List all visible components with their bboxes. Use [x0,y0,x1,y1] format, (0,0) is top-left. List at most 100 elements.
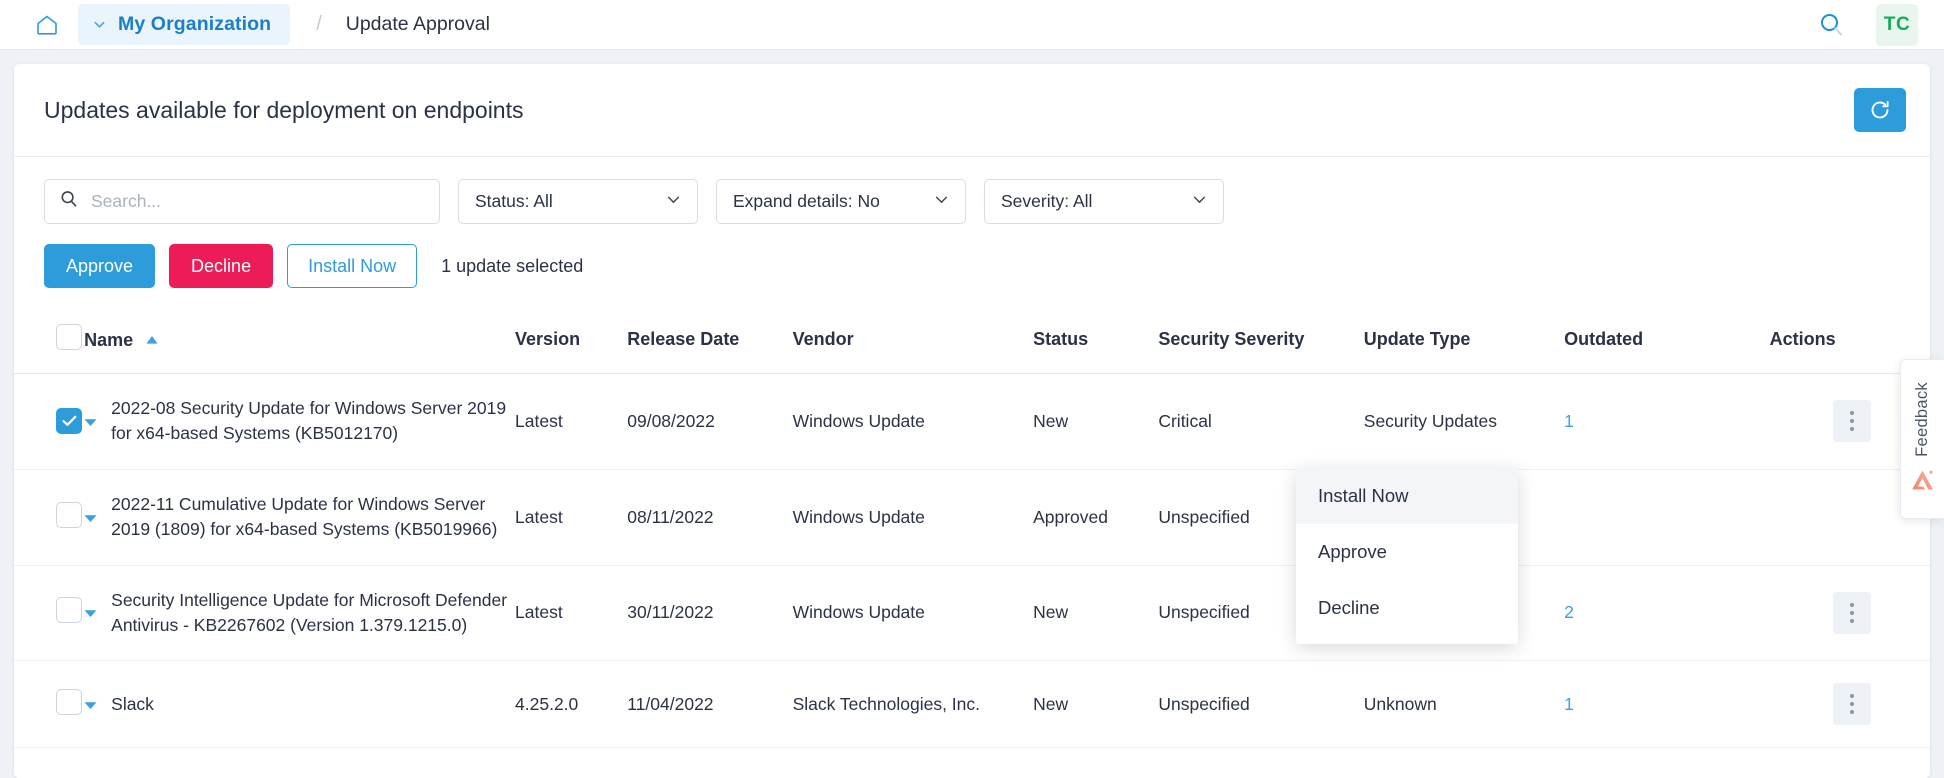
row-menu-button[interactable] [1833,400,1871,442]
status-filter-label: Status: All [475,191,553,212]
breadcrumb-separator: / [316,13,322,36]
column-header-status[interactable]: Status [1033,310,1158,374]
row-select-cell [14,469,84,565]
table-row[interactable]: 2022-11 Cumulative Update for Windows Se… [14,469,1930,565]
column-header-name[interactable]: Name [84,310,515,374]
row-outdated-link[interactable]: 2 [1564,602,1574,622]
update-name: 2022-08 Security Update for Windows Serv… [111,396,515,447]
breadcrumb-current-page: Update Approval [346,13,490,36]
severity-filter-label: Severity: All [1001,191,1092,212]
expand-row-caret-icon[interactable] [84,602,97,623]
row-menu-button[interactable] [1833,592,1871,634]
row-name-cell: 2022-08 Security Update for Windows Serv… [84,374,515,470]
row-status: New [1033,374,1158,470]
column-header-release-date[interactable]: Release Date [627,310,792,374]
refresh-button[interactable] [1854,88,1906,132]
row-version: Latest [515,565,627,661]
column-header-update-type[interactable]: Update Type [1364,310,1564,374]
table-row[interactable]: Security Intelligence Update for Microso… [14,565,1930,661]
menu-item-install-now[interactable]: Install Now [1296,468,1518,524]
row-status: New [1033,661,1158,748]
row-name-cell: 2022-11 Cumulative Update for Windows Se… [84,469,515,565]
row-checkbox[interactable] [56,689,82,715]
home-icon[interactable] [34,12,60,38]
row-name-cell: Slack [84,661,515,748]
status-filter-dropdown[interactable]: Status: All [458,179,698,224]
column-label-name: Name [84,330,133,350]
row-name-cell: Security Intelligence Update for Microso… [84,565,515,661]
menu-item-decline[interactable]: Decline [1296,580,1518,636]
card-header: Updates available for deployment on endp… [14,64,1930,157]
select-all-header [14,310,84,374]
row-update-type: Security Updates [1364,374,1564,470]
column-header-version[interactable]: Version [515,310,627,374]
row-checkbox[interactable] [56,408,82,434]
search-icon[interactable] [1816,10,1846,40]
row-select-cell [14,661,84,748]
row-security-severity: Unspecified [1158,661,1363,748]
expand-row-caret-icon[interactable] [84,694,97,715]
row-version: Latest [515,374,627,470]
expand-row-caret-icon[interactable] [84,411,97,432]
select-all-checkbox[interactable] [56,324,82,350]
row-actions-cell [1770,565,1930,661]
avatar[interactable]: TC [1876,4,1918,46]
selection-count-text: 1 update selected [441,256,583,277]
row-vendor: Windows Update [793,469,1034,565]
column-header-outdated[interactable]: Outdated [1564,310,1769,374]
organization-label: My Organization [118,13,271,36]
expand-details-filter-dropdown[interactable]: Expand details: No [716,179,966,224]
install-now-button[interactable]: Install Now [287,244,417,288]
row-status: New [1033,565,1158,661]
table-body: 2022-08 Security Update for Windows Serv… [14,374,1930,748]
row-status: Approved [1033,469,1158,565]
row-update-type: Unknown [1364,661,1564,748]
row-release-date: 08/11/2022 [627,469,792,565]
row-outdated-link[interactable]: 1 [1564,694,1574,714]
row-security-severity: Critical [1158,374,1363,470]
row-release-date: 11/04/2022 [627,661,792,748]
severity-filter-dropdown[interactable]: Severity: All [984,179,1224,224]
row-context-menu[interactable]: Install Now Approve Decline [1296,468,1518,644]
kebab-dot [1850,619,1854,623]
row-vendor: Windows Update [793,374,1034,470]
kebab-dot [1850,603,1854,607]
kebab-dot [1850,419,1854,423]
decline-button[interactable]: Decline [169,244,273,288]
bulk-actions-bar: Approve Decline Install Now 1 update sel… [14,224,1930,310]
column-header-security-severity[interactable]: Security Severity [1158,310,1363,374]
updates-card: Updates available for deployment on endp… [14,64,1930,778]
organization-selector[interactable]: My Organization [78,4,290,45]
feedback-label: Feedback [1913,382,1932,457]
expand-row-caret-icon[interactable] [84,507,97,528]
table-row[interactable]: 2022-08 Security Update for Windows Serv… [14,374,1930,470]
row-outdated-link[interactable]: 1 [1564,411,1574,431]
table-header: Name Version Release Date Vendor Status … [14,310,1930,374]
update-name: Slack [111,692,154,717]
row-menu-button[interactable] [1833,683,1871,725]
page-title: Updates available for deployment on endp… [44,97,524,124]
column-header-vendor[interactable]: Vendor [793,310,1034,374]
row-actions-cell [1770,661,1930,748]
feedback-tab[interactable]: Feedback [1900,359,1944,519]
menu-item-approve[interactable]: Approve [1296,524,1518,580]
row-select-cell [14,374,84,470]
chevron-down-icon [1192,191,1207,212]
search-input[interactable] [91,191,425,212]
top-navigation-bar: My Organization / Update Approval TC [0,0,1944,50]
search-icon [59,189,79,214]
row-vendor: Windows Update [793,565,1034,661]
approve-button[interactable]: Approve [44,244,155,288]
chevron-down-icon [93,18,106,31]
search-field-wrapper[interactable] [44,179,440,224]
kebab-dot [1850,427,1854,431]
expand-details-filter-label: Expand details: No [733,191,880,212]
updates-table: Name Version Release Date Vendor Status … [14,310,1930,748]
filter-bar: Status: All Expand details: No Severity:… [14,157,1930,224]
row-checkbox[interactable] [56,502,82,528]
table-row[interactable]: Slack 4.25.2.0 11/04/2022 Slack Technolo… [14,661,1930,748]
row-checkbox[interactable] [56,597,82,623]
update-name: Security Intelligence Update for Microso… [111,588,515,639]
feedback-logo-icon [1911,469,1935,496]
row-outdated-cell: 2 [1564,565,1769,661]
